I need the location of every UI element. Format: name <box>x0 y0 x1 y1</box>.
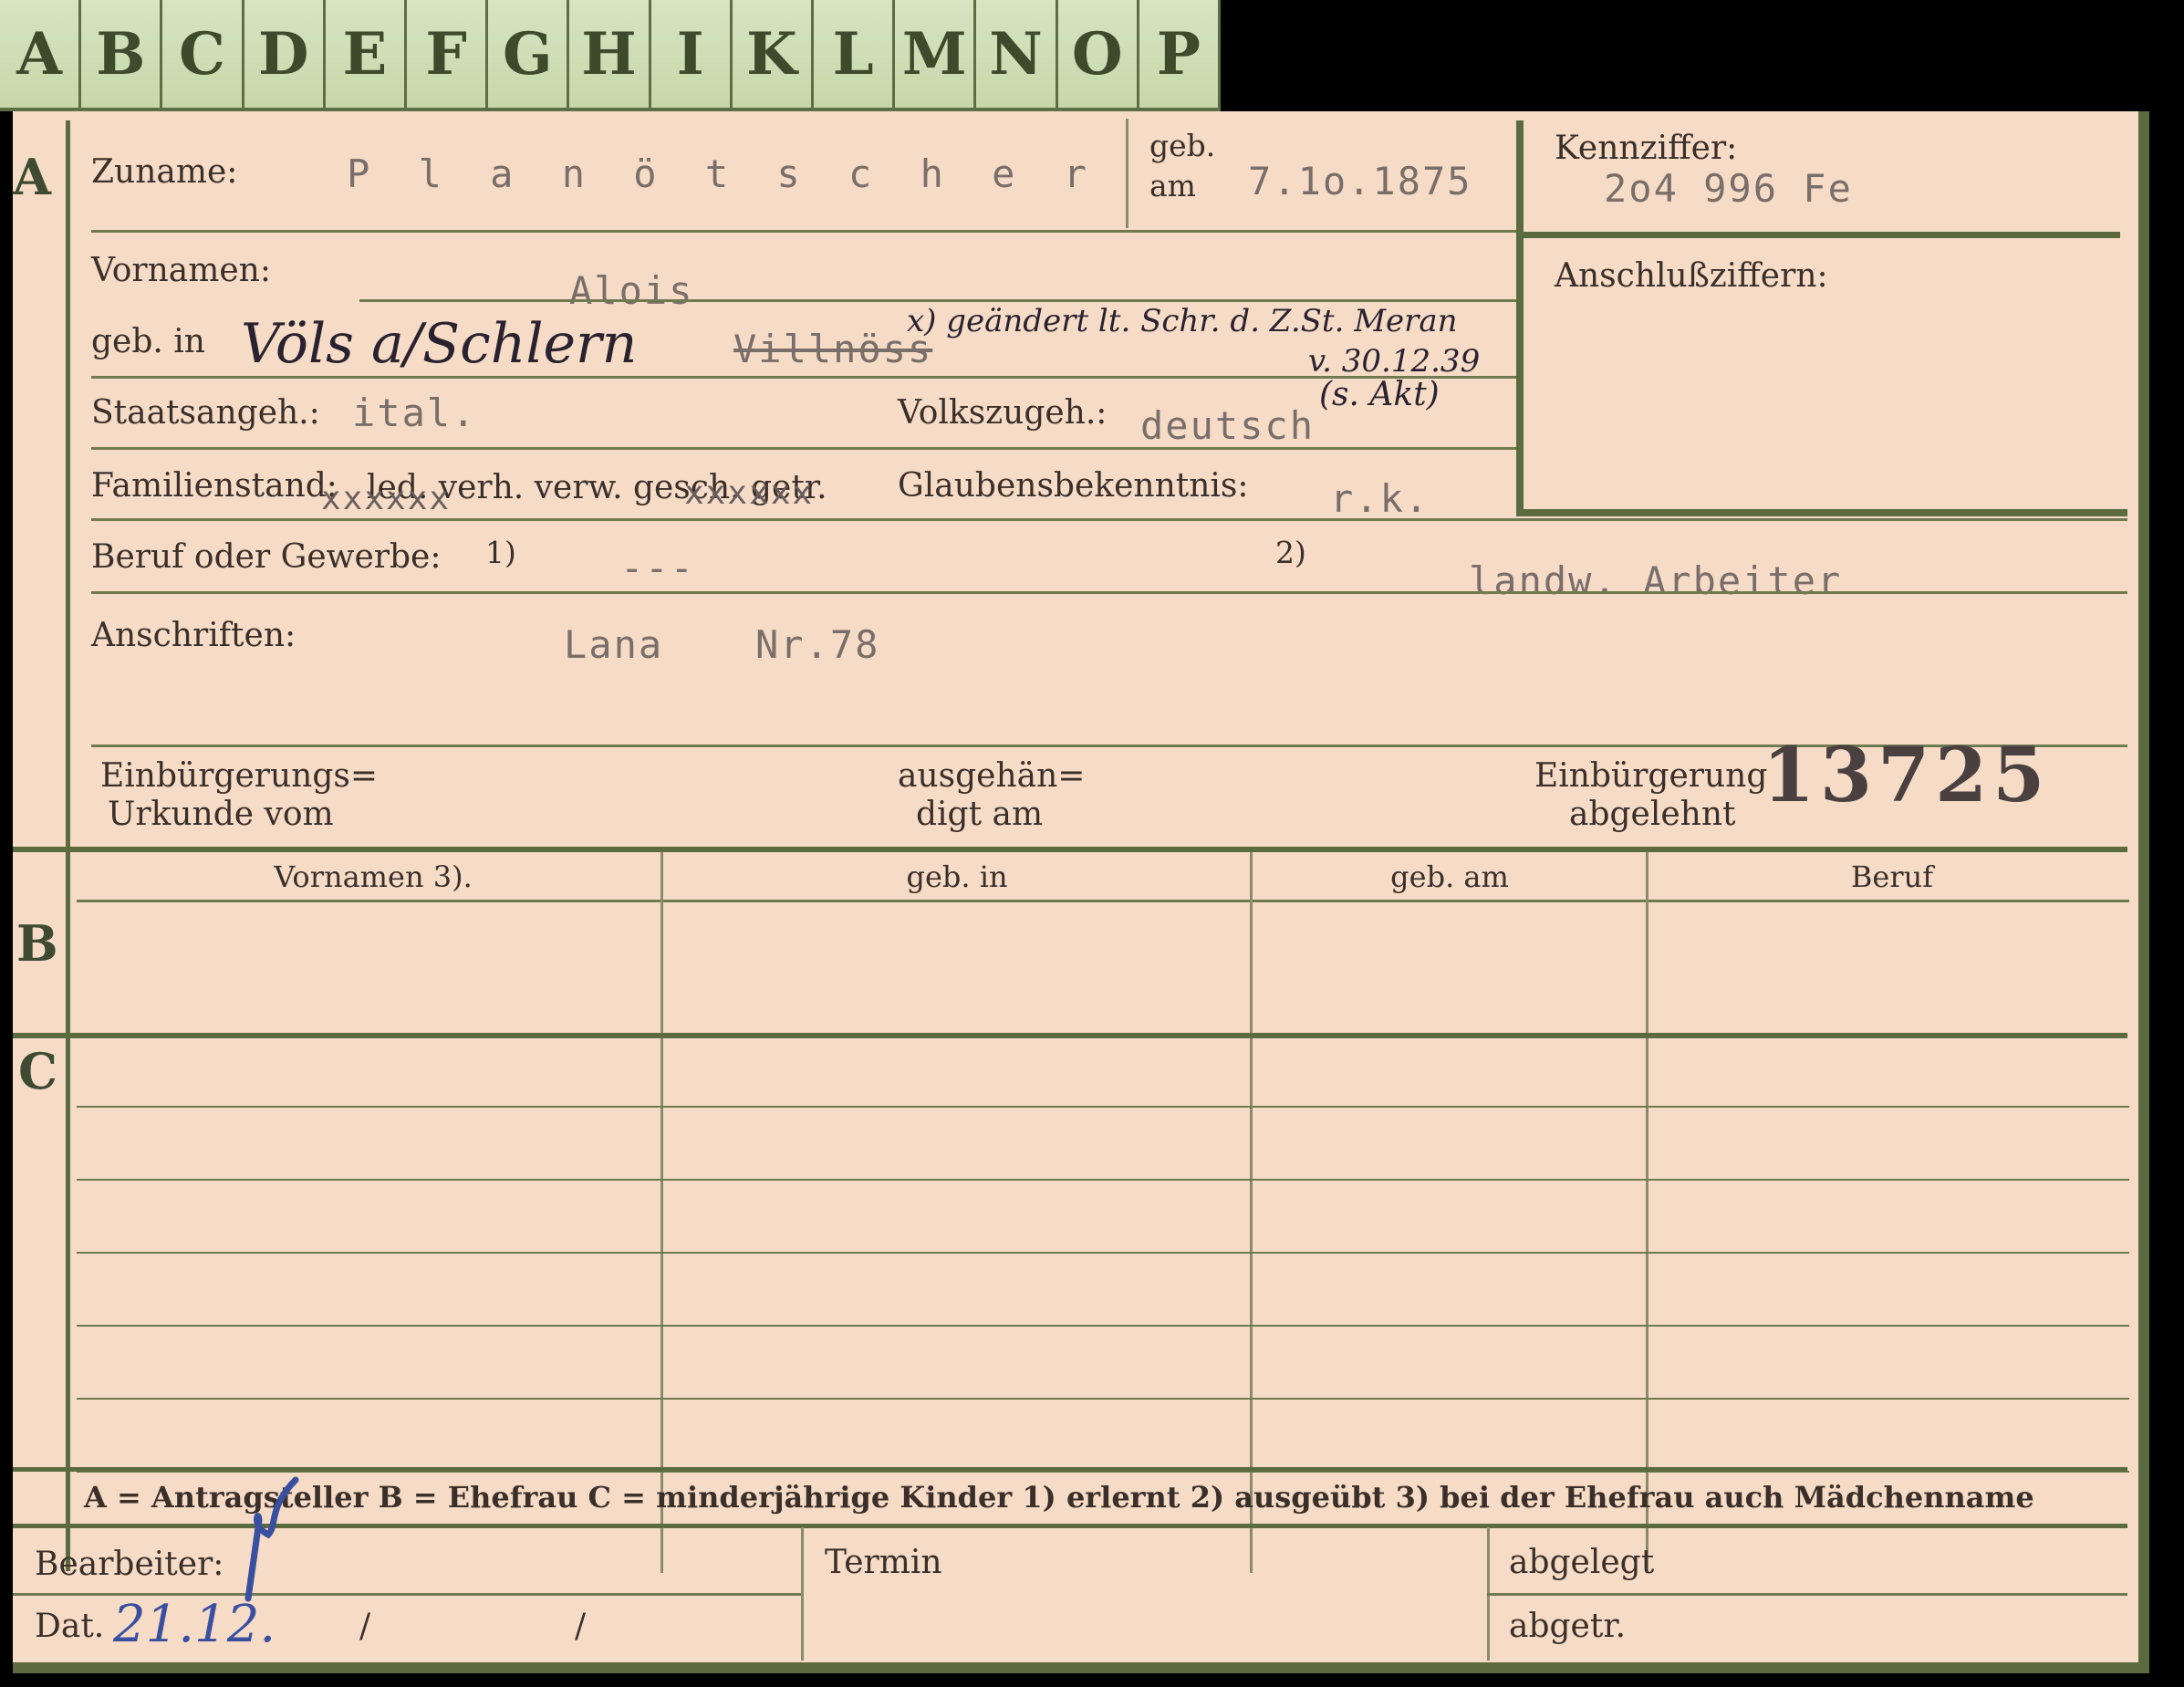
kennziffer-value: 2o4 996 Fe <box>1604 166 1853 211</box>
einbuergerung-urkunde-label-1: Einbürgerungs= <box>100 757 379 795</box>
volkszugeh-label: Volkszugeh.: <box>898 394 1108 432</box>
abgelegt-label: abgelegt <box>1509 1544 1655 1581</box>
staatsangeh-value: ital. <box>352 391 477 435</box>
pencil-check-mark <box>244 1476 299 1602</box>
registration-card: A Zuname: P l a n ö t s c h e r geb. am … <box>13 111 2149 1673</box>
geb-am-label-bottom: am <box>1149 168 1196 203</box>
beruf-erlernt-value: --- <box>620 546 695 590</box>
kennziffer-label: Kennziffer: <box>1555 130 1738 167</box>
ausgehaendigt-label-1: ausgehän= <box>898 757 1086 795</box>
background <box>1221 0 2184 119</box>
col-head-geb-in: geb. in <box>906 859 1008 894</box>
divider <box>1126 119 1128 228</box>
row-line <box>359 299 1516 302</box>
correction-note: x) geändert lt. Schr. d. Z.St. Meran <box>907 303 1458 339</box>
tab-c[interactable]: C <box>162 0 244 111</box>
row-line <box>91 230 1516 233</box>
kennziffer-box-left <box>1516 120 1524 516</box>
legend-text: A = Antragsteller B = Ehefrau C = minder… <box>84 1480 2034 1515</box>
anschrift-ort: Lana <box>564 622 664 667</box>
section-b-c-divider <box>13 1033 2127 1038</box>
col-divider <box>1646 852 1648 1573</box>
tab-m[interactable]: M <box>895 0 977 111</box>
section-a-letter: A <box>13 148 51 206</box>
row-line <box>91 376 1516 379</box>
row-line <box>77 1179 2129 1181</box>
tab-h[interactable]: H <box>569 0 651 111</box>
dat-slash-2: / <box>575 1608 587 1645</box>
glaube-value: r.k. <box>1330 476 1430 521</box>
tab-i[interactable]: I <box>650 0 733 111</box>
kennziffer-box-bottom <box>1516 509 2127 516</box>
row-line <box>77 1106 2129 1108</box>
anschriften-label: Anschriften: <box>91 617 296 654</box>
tab-l[interactable]: L <box>814 0 896 111</box>
tab-o[interactable]: O <box>1057 0 1139 111</box>
kennziffer-box-divider <box>1516 232 2120 238</box>
tab-a[interactable]: A <box>0 0 82 111</box>
row-line <box>91 591 2127 594</box>
col-head-beruf: Beruf <box>1850 859 1934 894</box>
beruf-ausgeuebt-value: landw. Arbeiter <box>1469 558 1843 603</box>
row-line <box>77 1252 2129 1254</box>
col-head-geb-am: geb. am <box>1390 859 1509 894</box>
volkszugeh-value: deutsch <box>1140 403 1316 448</box>
dat-label: Dat. <box>35 1608 105 1645</box>
dat-slash-1: / <box>359 1608 371 1645</box>
col-head-vornamen: Vornamen 3). <box>274 859 473 894</box>
row-line <box>91 518 2127 521</box>
col-divider <box>660 852 663 1573</box>
geb-am-label-top: geb. <box>1149 128 1216 163</box>
ausgehaendigt-label-2: digt am <box>916 796 1044 833</box>
row-line <box>91 447 1516 450</box>
correction-date: v. 30.12.39 <box>1308 343 1481 380</box>
section-a-b-divider <box>13 847 2127 852</box>
glaubensbekenntnis-label: Glaubensbekenntnis: <box>898 467 1249 505</box>
termin-label: Termin <box>825 1544 942 1581</box>
tab-k[interactable]: K <box>732 0 815 111</box>
section-a-border <box>66 120 70 850</box>
alphabet-tabs: ABCDEFGHIKLMNOP <box>0 0 1222 111</box>
anschrift-nr: Nr.78 <box>755 622 880 667</box>
row-line <box>77 1325 2129 1327</box>
einbuergerung-urkunde-label-2: Urkunde vom <box>108 796 334 833</box>
abgetr-label: abgetr. <box>1509 1608 1627 1645</box>
beruf-note-1: 1) <box>485 535 516 570</box>
beruf-note-2: 2) <box>1275 535 1306 570</box>
zuname-value: P l a n ö t s c h e r <box>347 151 1100 196</box>
beruf-label: Beruf oder Gewerbe: <box>91 538 442 576</box>
anschlussziffern-label: Anschlußziffern: <box>1555 257 1828 295</box>
geb-in-typed-struck: Villnöss <box>733 327 933 371</box>
section-c-letter: C <box>18 1042 57 1100</box>
tab-e[interactable]: E <box>325 0 408 111</box>
row-line <box>1487 1593 2127 1596</box>
volkszugeh-note: (s. Akt) <box>1319 376 1440 413</box>
row-line <box>77 1398 2129 1400</box>
zuname-label: Zuname: <box>91 153 238 191</box>
geb-in-label: geb. in <box>91 323 205 360</box>
einbuergerung-abgelehnt-label-2: abgelehnt <box>1569 796 1736 833</box>
einbuergerung-abgelehnt-label-1: Einbürgerung <box>1534 757 1768 795</box>
vornamen-value: Alois <box>569 268 694 313</box>
section-bc-border <box>66 850 70 1571</box>
aktenzahl-stamp: 13725 <box>1763 732 2051 819</box>
geb-in-handwritten: Völs a/Schlern <box>241 312 638 376</box>
familienstand-strike-marks: xxxxxx <box>321 480 452 517</box>
geb-am-value: 7.1o.1875 <box>1248 159 1472 203</box>
familienstand-label: Familienstand: <box>91 467 338 505</box>
tab-d[interactable]: D <box>244 0 326 111</box>
familienstand-strike-marks-2: xxxxxx <box>684 474 815 512</box>
tab-f[interactable]: F <box>407 0 489 111</box>
section-b-letter: B <box>16 914 58 973</box>
tab-g[interactable]: G <box>488 0 570 111</box>
staatsangeh-label: Staatsangeh.: <box>91 394 320 432</box>
tab-n[interactable]: N <box>976 0 1058 111</box>
vornamen-label: Vornamen: <box>91 252 271 289</box>
footer-divider <box>801 1527 804 1661</box>
tab-p[interactable]: P <box>1139 0 1222 111</box>
bearbeiter-label: Bearbeiter: <box>35 1546 224 1583</box>
tab-b[interactable]: B <box>81 0 163 111</box>
col-divider <box>1250 852 1253 1573</box>
row-line <box>77 900 2129 902</box>
